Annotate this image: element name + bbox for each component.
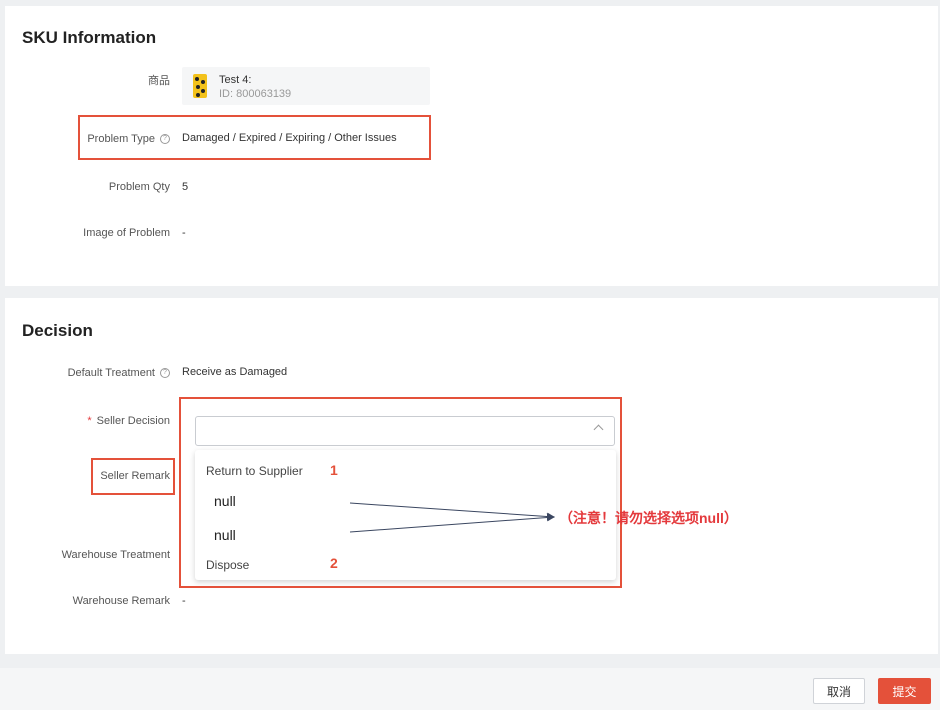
footer-bar bbox=[0, 668, 940, 710]
arrow-line-2 bbox=[349, 513, 555, 533]
submit-button[interactable]: 提交 bbox=[878, 678, 931, 704]
arrow-line-1 bbox=[349, 502, 555, 521]
cancel-button[interactable]: 取消 bbox=[813, 678, 865, 704]
warning-text: （注意！请勿选择选项null） bbox=[559, 510, 738, 526]
annotation-arrows bbox=[349, 502, 555, 533]
